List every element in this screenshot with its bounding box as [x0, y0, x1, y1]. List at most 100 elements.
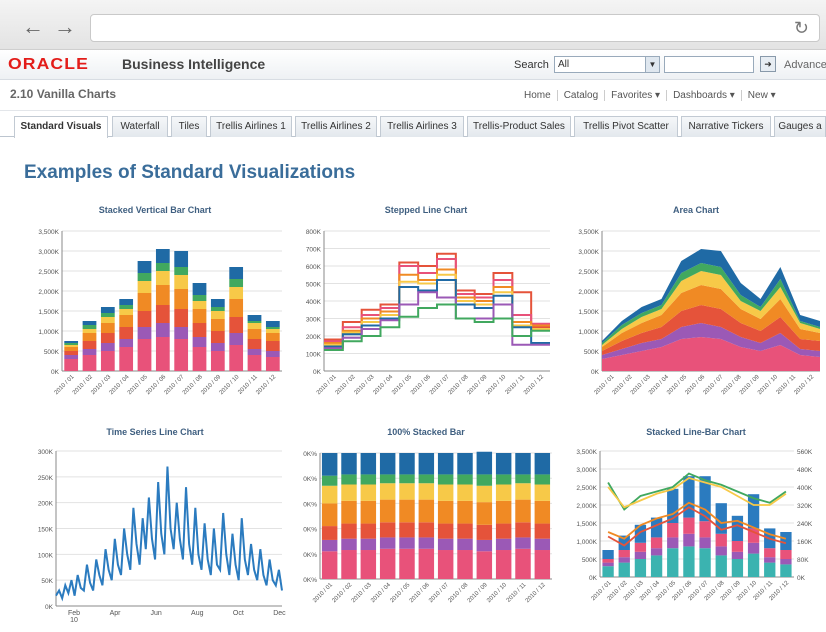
bar-segment — [341, 523, 357, 539]
bar-segment — [210, 307, 225, 311]
bar-segment — [210, 319, 225, 331]
bar-segment — [650, 555, 663, 577]
bar-segment — [418, 499, 435, 523]
address-bar[interactable]: ↻ — [90, 14, 820, 42]
tab-trellis-product-sales[interactable]: Trellis-Product Sales — [467, 116, 571, 137]
bar-segment — [602, 550, 614, 559]
bar-segment — [155, 285, 170, 305]
tab-trellis-airlines-1[interactable]: Trellis Airlines 1 — [210, 116, 292, 137]
y-tick-label: 0K% — [303, 577, 317, 584]
new-menu[interactable]: New ▾ — [742, 90, 782, 101]
reload-icon[interactable]: ↻ — [794, 18, 809, 39]
tab-tiles[interactable]: Tiles — [171, 116, 207, 137]
y2-tick-label: 80K — [797, 557, 809, 564]
bar-segment — [515, 522, 531, 538]
bar-segment — [229, 267, 244, 279]
bar-segment — [457, 453, 473, 475]
chart-canvas: 0K 500K 1,000K 1,500K 2,000K 2,500K 3,000K 3,50… — [578, 229, 820, 396]
back-arrow-icon[interactable]: ← — [22, 16, 44, 38]
tab-waterfall[interactable]: Waterfall — [112, 116, 168, 137]
y2-tick-label: 480K — [797, 467, 813, 474]
search-input[interactable] — [664, 56, 754, 73]
advanced-search-link[interactable]: Advanced — [784, 59, 826, 71]
bar-segment — [476, 539, 493, 552]
bar-segment — [457, 538, 473, 551]
bar-segment — [119, 305, 134, 309]
y-tick-label: 300K — [38, 449, 54, 456]
search-scope-value: All — [558, 59, 570, 70]
favorites-menu[interactable]: Favorites ▾ — [605, 90, 668, 101]
bar-segment — [379, 537, 396, 549]
y-tick-label: 300K — [306, 317, 322, 324]
tab-trellis-airlines-3[interactable]: Trellis Airlines 3 — [380, 116, 464, 137]
bar-segment — [119, 327, 134, 339]
bar-segment — [360, 484, 377, 501]
bar-segment — [210, 343, 225, 351]
tab-standard-visuals[interactable]: Standard Visuals — [14, 116, 108, 138]
bar-segment — [699, 548, 711, 577]
bar-segment — [247, 355, 262, 371]
bar-segment — [321, 453, 338, 476]
bar-segment — [634, 559, 647, 577]
bar-segment — [495, 453, 512, 475]
bar-segment — [515, 548, 531, 579]
bar-segment — [192, 337, 207, 347]
tab-trellis-airlines-2[interactable]: Trellis Airlines 2 — [295, 116, 377, 137]
y-tick-label: 0K — [591, 369, 600, 376]
stacked-vertical-bar-chart: Stacked Vertical Bar Chart 0K 500K 1,000K 1… — [22, 205, 288, 417]
bar-segment — [699, 521, 711, 538]
bar-segment — [64, 341, 79, 343]
bar-segment — [265, 321, 280, 327]
bar-segment — [534, 474, 551, 485]
y2-tick-label: 0K — [797, 575, 806, 582]
bar-segment — [155, 271, 170, 285]
bar-segment — [618, 557, 630, 563]
bar-segment — [247, 315, 262, 321]
chart-canvas: 0K 500K 1,000K 1,500K 2,000K 2,500K 3,000K 3,50… — [576, 449, 813, 602]
bar-segment — [457, 550, 473, 579]
browser-toolbar: ← → ↻ — [0, 0, 826, 50]
bar-segment — [495, 538, 512, 551]
bar-segment — [534, 500, 551, 524]
bar-segment — [650, 548, 663, 556]
x-tick-label: Dec — [273, 610, 286, 617]
bar-segment — [64, 359, 79, 371]
home-link[interactable]: Home — [518, 90, 558, 101]
bar-segment — [495, 500, 512, 524]
bar-segment — [418, 522, 435, 538]
bar-segment — [341, 538, 357, 551]
forward-arrow-icon[interactable]: → — [54, 16, 76, 38]
bar-segment — [437, 484, 454, 501]
bar-segment — [174, 309, 189, 327]
bar-segment — [515, 483, 531, 500]
bar-segment — [379, 483, 396, 500]
y-tick-label: 150K — [38, 527, 54, 534]
bar-segment — [247, 339, 262, 349]
bar-segment — [731, 559, 744, 577]
stepped-line-chart: Stepped Line Chart 0K 100K 200K 300K 400K 500… — [294, 205, 558, 417]
tab-narrative-tickers[interactable]: Narrative Tickers — [681, 116, 771, 137]
bar-segment — [731, 515, 744, 541]
bar-segment — [210, 331, 225, 343]
bar-segment — [174, 339, 189, 371]
dashboard-title: 2.10 Vanilla Charts — [10, 87, 117, 101]
bar-segment — [715, 555, 727, 577]
search-go-button[interactable]: ➜ — [760, 56, 776, 72]
tab-trellis-pivot-scatter[interactable]: Trellis Pivot Scatter — [574, 116, 678, 137]
bar-segment — [137, 327, 152, 339]
bar-segment — [437, 523, 454, 539]
page-heading: Examples of Standard Visualizations — [24, 162, 356, 183]
search-scope-select[interactable]: All ▼ — [554, 56, 660, 73]
dashboards-menu[interactable]: Dashboards ▾ — [667, 90, 742, 101]
catalog-link[interactable]: Catalog — [557, 90, 606, 101]
bar-segment — [64, 351, 79, 355]
dashboard-tabs: Standard Visuals Waterfall Tiles Trellis… — [0, 113, 826, 138]
bar-segment — [82, 329, 97, 333]
bar-segment — [495, 484, 512, 501]
bar-segment — [155, 323, 170, 337]
bar-segment — [247, 349, 262, 355]
chart-title: Stacked Vertical Bar Chart — [98, 205, 212, 215]
bar-segment — [155, 305, 170, 323]
tab-gauges[interactable]: Gauges a — [774, 116, 826, 137]
y-tick-label: 0K% — [303, 451, 317, 458]
